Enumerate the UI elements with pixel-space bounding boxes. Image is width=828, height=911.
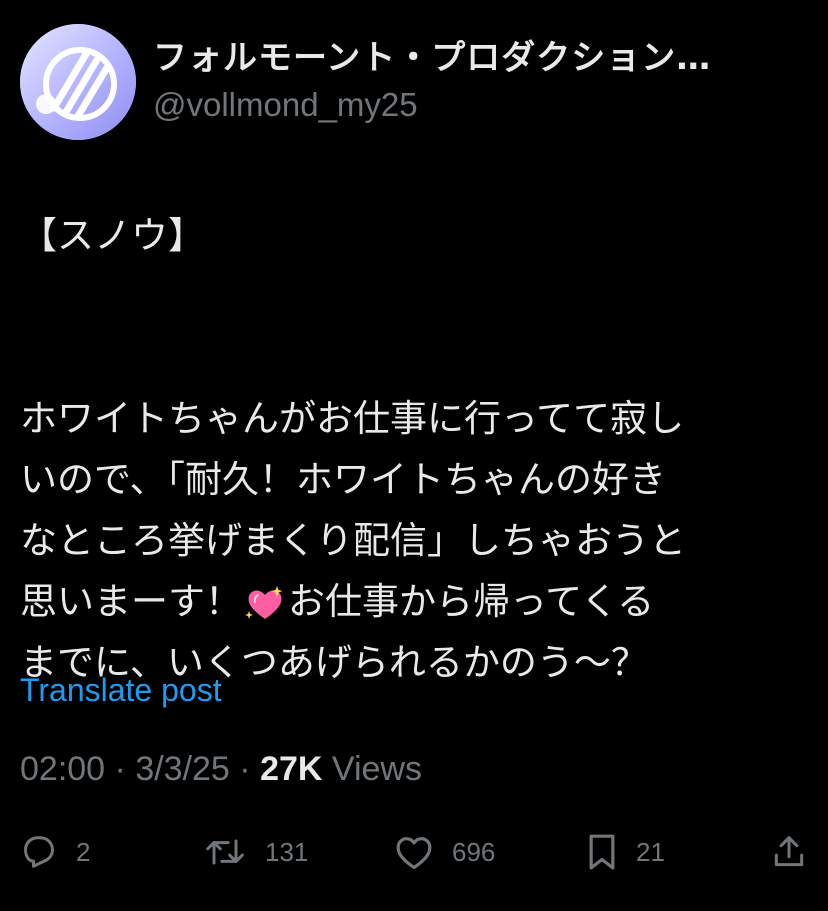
author-names: フォルモーント・プロダクション… @vollmond_my25 — [153, 36, 803, 127]
reply-count: 2 — [76, 836, 91, 867]
post-text: 【スノウ】 ホワイトちゃんがお仕事に行ってて寂し いので、「耐久！ホワイトちゃん… — [20, 205, 815, 693]
share-button[interactable] — [770, 826, 808, 878]
avatar[interactable] — [20, 24, 136, 140]
post-date[interactable]: 3/3/25 — [135, 750, 230, 788]
share-icon — [774, 836, 804, 867]
reply-icon — [24, 836, 54, 868]
repost-button[interactable]: 131 — [203, 826, 308, 878]
meta-separator: · — [105, 750, 136, 788]
translate-post-link[interactable]: Translate post — [20, 672, 222, 709]
sparkling-heart-icon — [245, 585, 283, 619]
repost-icon — [206, 839, 244, 865]
avatar-logo-icon — [20, 24, 136, 140]
views-count: 27K — [260, 750, 323, 788]
bookmark-button[interactable]: 21 — [586, 826, 665, 878]
like-count: 696 — [452, 836, 496, 867]
views-label: Views — [322, 750, 422, 788]
like-button[interactable]: 696 — [394, 826, 495, 878]
post-line: 思いまーす！ — [20, 580, 242, 623]
post-metadata: 02:00 · 3/3/25 · 27K Views — [20, 750, 422, 789]
bookmark-icon — [589, 834, 615, 870]
post-line: お仕事から帰ってくる — [288, 580, 655, 623]
repost-count: 131 — [265, 836, 309, 867]
post-line: なところ挙げまくり配信」しちゃおうと — [20, 519, 686, 562]
post-line: 【スノウ】 — [20, 214, 205, 257]
post-header: フォルモーント・プロダクション… @vollmond_my25 — [20, 24, 810, 144]
heart-icon — [396, 837, 432, 870]
meta-separator: · — [229, 750, 261, 788]
post-line: ホワイトちゃんがお仕事に行ってて寂し — [20, 397, 685, 440]
user-handle[interactable]: @vollmond_my25 — [153, 83, 803, 127]
bookmark-count: 21 — [636, 836, 665, 867]
post-action-bar: 2 131 696 21 — [0, 826, 828, 878]
reply-button[interactable]: 2 — [20, 826, 90, 878]
post-line: いので、「耐久！ホワイトちゃんの好き — [20, 458, 667, 501]
display-name[interactable]: フォルモーント・プロダクション… — [153, 36, 803, 80]
post-time[interactable]: 02:00 — [20, 750, 105, 788]
